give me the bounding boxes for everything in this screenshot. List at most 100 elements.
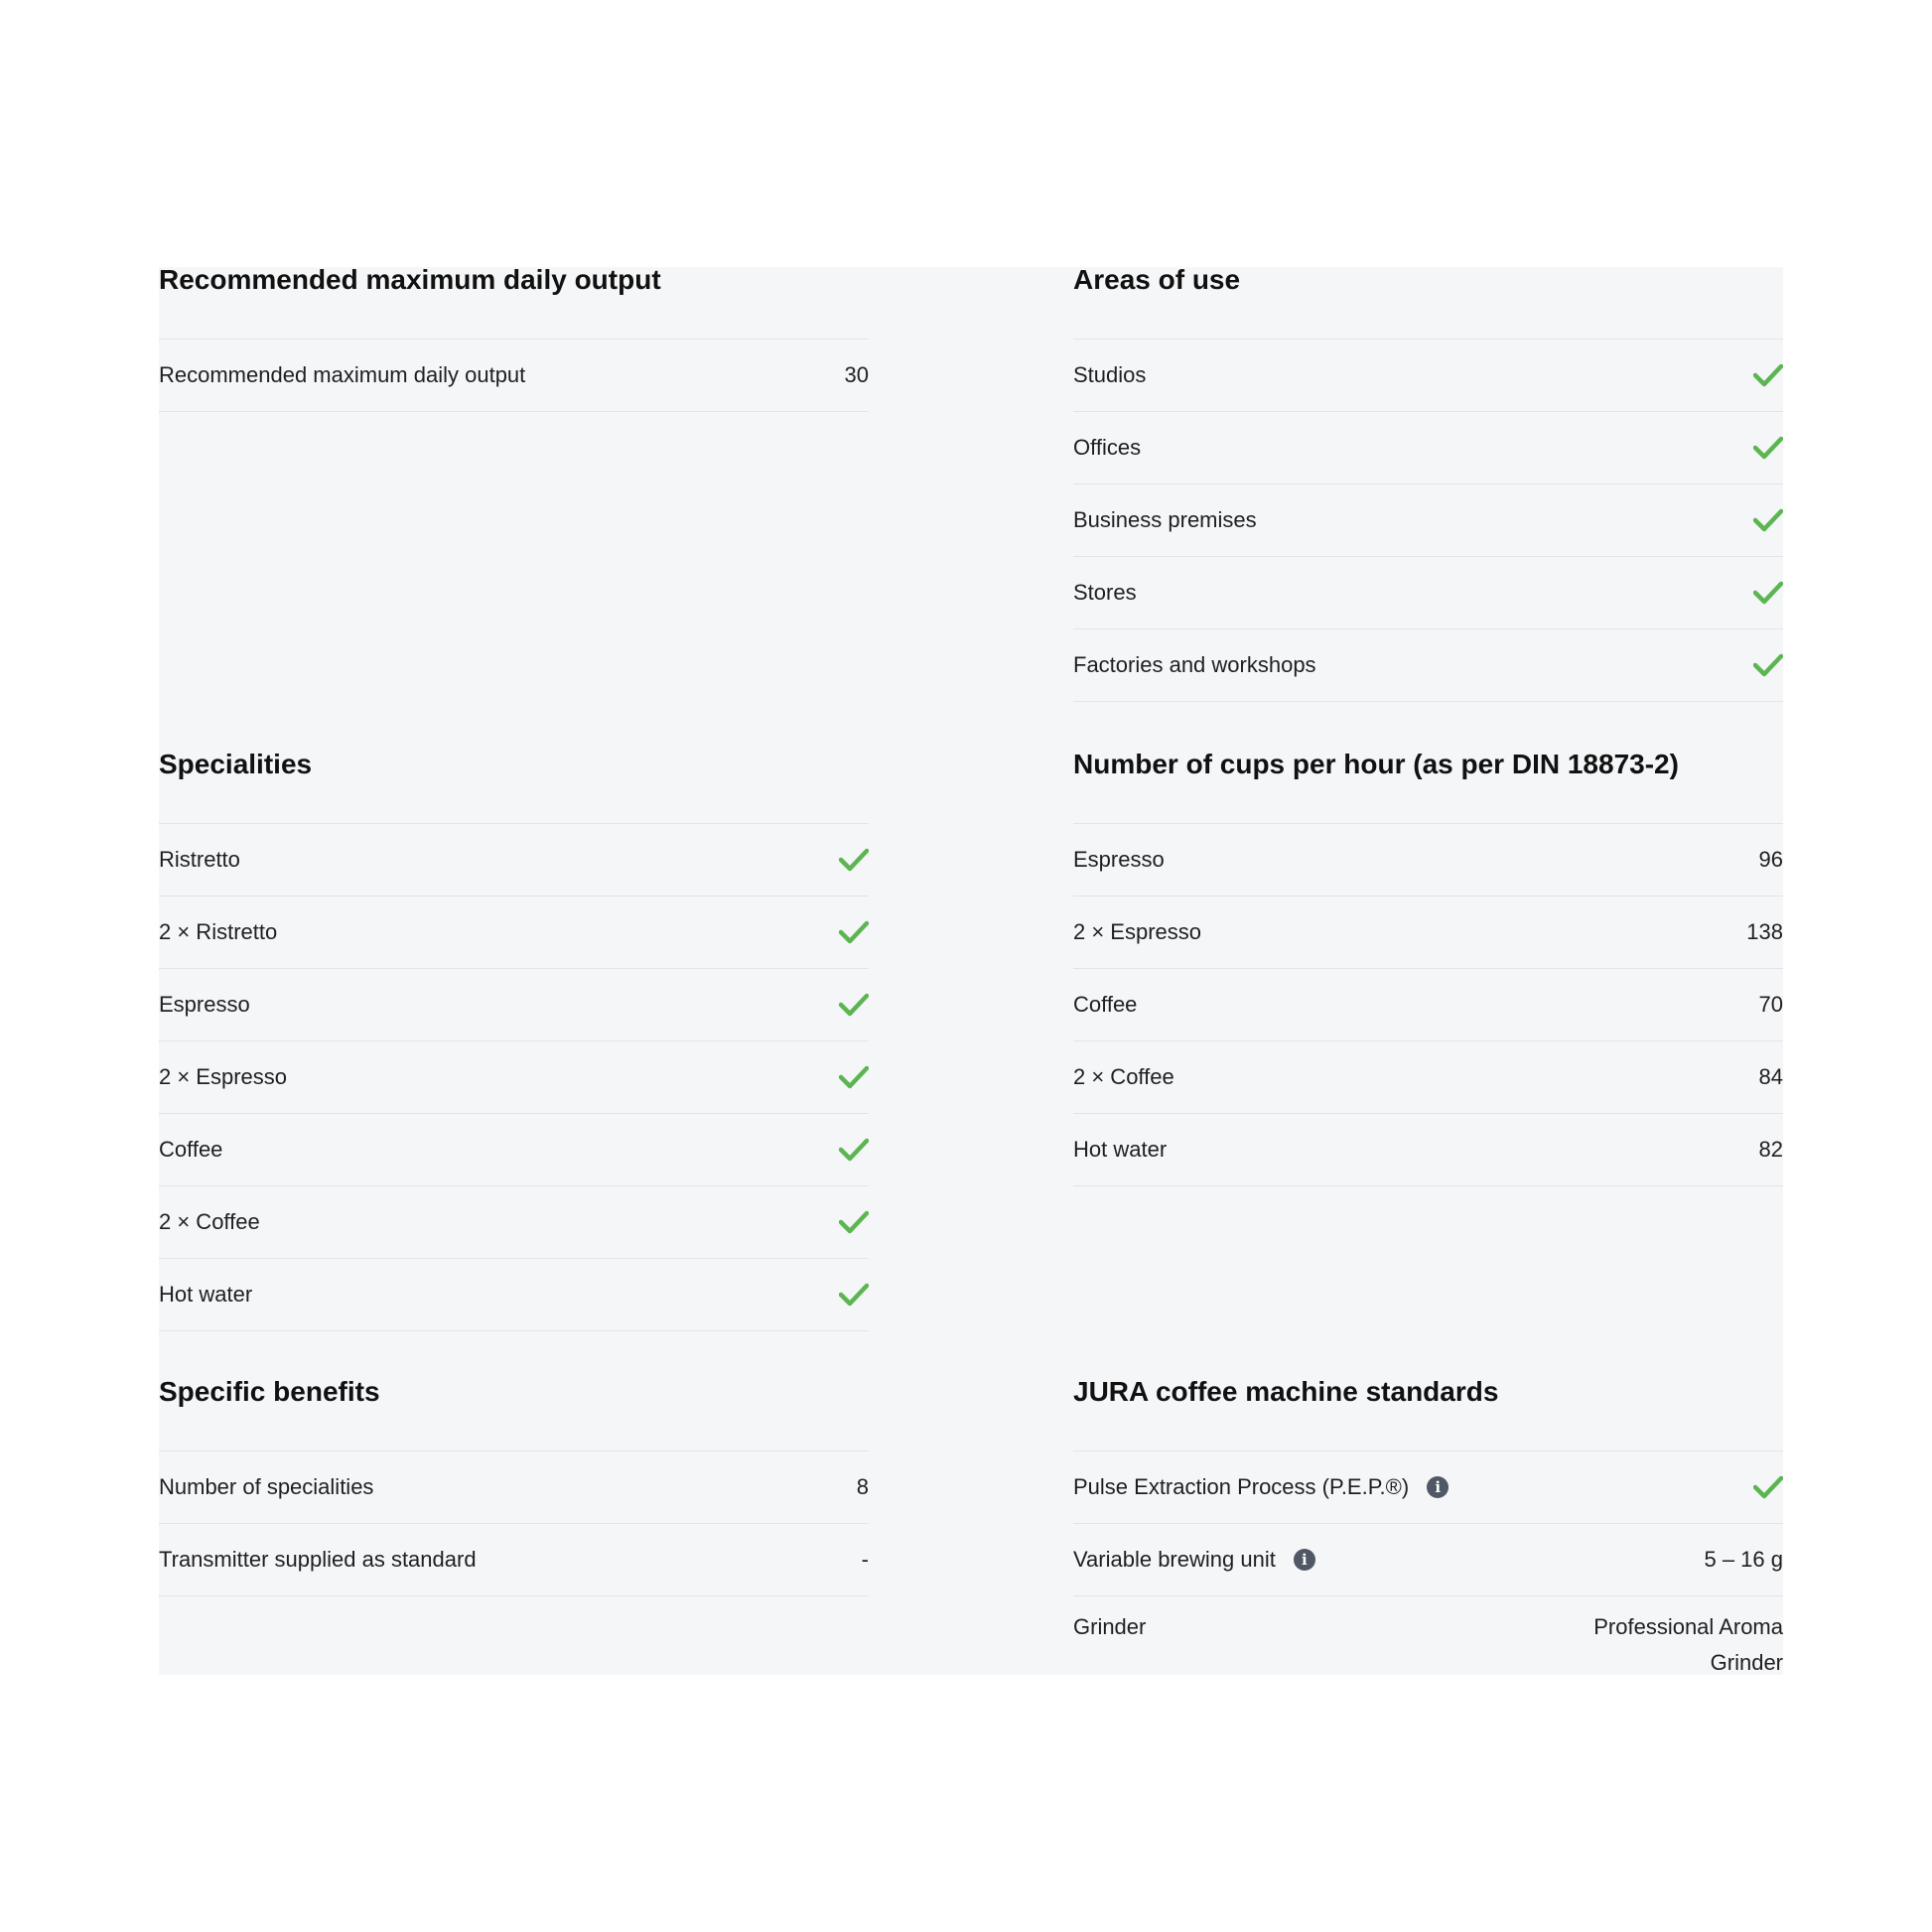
spec-row: Espresso xyxy=(159,969,869,1041)
section-title: Specific benefits xyxy=(159,1376,869,1451)
spec-value: 30 xyxy=(844,362,869,387)
info-icon[interactable]: i xyxy=(1427,1476,1449,1498)
spec-label: Pulse Extraction Process (P.E.P.®) xyxy=(1073,1474,1410,1499)
spec-row: Espresso 96 xyxy=(1073,824,1783,897)
spec-value: 84 xyxy=(1758,1064,1783,1089)
spec-row: 2 × Ristretto xyxy=(159,897,869,969)
spec-label-wrap: Ristretto xyxy=(159,847,240,873)
check-icon xyxy=(839,848,869,872)
spec-value: 82 xyxy=(1758,1137,1783,1162)
spec-label: Offices xyxy=(1073,435,1142,460)
spec-row: Hot water xyxy=(159,1259,869,1331)
spec-label: Business premises xyxy=(1073,507,1257,532)
spec-label-wrap: Espresso xyxy=(159,992,250,1018)
spec-label-wrap: Hot water xyxy=(159,1282,252,1308)
spec-label: 2 × Ristretto xyxy=(159,919,278,944)
spec-label: Variable brewing unit xyxy=(1073,1547,1276,1572)
check-icon xyxy=(839,1283,869,1307)
section-title: Areas of use xyxy=(1073,267,1783,340)
section-title: Specialities xyxy=(159,749,869,824)
spec-row: Factories and workshops xyxy=(1073,629,1783,702)
spec-label-wrap: Hot water xyxy=(1073,1137,1167,1163)
spec-value: Professional Aroma Grinder xyxy=(1593,1614,1783,1675)
spec-section: Specific benefits Number of specialities 8… xyxy=(159,1376,869,1596)
spec-label: Studios xyxy=(1073,362,1147,387)
spec-label: Coffee xyxy=(1073,992,1138,1017)
check-icon xyxy=(1753,508,1783,532)
check-icon xyxy=(1753,653,1783,677)
section-title: JURA coffee machine standards xyxy=(1073,1376,1783,1451)
spec-row: Coffee xyxy=(159,1114,869,1186)
spec-section: Areas of use Studios Offices Business premi… xyxy=(1073,267,1783,702)
spec-label-wrap: 2 × Coffee xyxy=(159,1209,260,1235)
spec-label-wrap: Factories and workshops xyxy=(1073,652,1316,678)
specifications-panel: Recommended maximum daily output Recommen… xyxy=(159,267,1783,1675)
spec-label-wrap: Business premises xyxy=(1073,507,1257,533)
spec-label-wrap: Stores xyxy=(1073,580,1137,606)
spec-label-wrap: Grinder xyxy=(1073,1614,1146,1640)
spec-label: Number of specialities xyxy=(159,1474,374,1499)
check-icon xyxy=(839,993,869,1017)
spec-label-wrap: Espresso xyxy=(1073,847,1165,873)
spec-label-wrap: 2 × Ristretto xyxy=(159,919,277,945)
spec-row: Grinder Professional Aroma Grinder xyxy=(1073,1596,1783,1675)
spec-value: 70 xyxy=(1758,992,1783,1017)
spec-row: 2 × Espresso 138 xyxy=(1073,897,1783,969)
spec-label-wrap: Recommended maximum daily output xyxy=(159,362,525,388)
spec-label: 2 × Coffee xyxy=(159,1209,260,1234)
spec-label: Grinder xyxy=(1073,1614,1147,1639)
spec-label-wrap: 2 × Espresso xyxy=(159,1064,287,1090)
spec-row: Stores xyxy=(1073,557,1783,629)
check-icon xyxy=(1753,1475,1783,1499)
check-icon xyxy=(839,1138,869,1162)
spec-label: Espresso xyxy=(1073,847,1165,872)
spec-row: Recommended maximum daily output 30 xyxy=(159,340,869,412)
spec-label: Espresso xyxy=(159,992,250,1017)
spec-row: Transmitter supplied as standard - xyxy=(159,1524,869,1596)
spec-label-wrap: Coffee xyxy=(159,1137,222,1163)
spec-row: Number of specialities 8 xyxy=(159,1451,869,1524)
spec-row: Studios xyxy=(1073,340,1783,412)
info-icon[interactable]: i xyxy=(1293,1549,1315,1571)
check-icon xyxy=(839,1065,869,1089)
spec-value: 138 xyxy=(1746,919,1783,944)
check-icon xyxy=(839,920,869,944)
spec-section: JURA coffee machine standards Pulse Extra… xyxy=(1073,1376,1783,1675)
spec-label: Stores xyxy=(1073,580,1137,605)
spec-label: Ristretto xyxy=(159,847,240,872)
spec-row: Variable brewing unit i 5 – 16 g xyxy=(1073,1524,1783,1596)
spec-label: Coffee xyxy=(159,1137,223,1162)
spec-value: 8 xyxy=(856,1474,869,1499)
spec-label: 2 × Espresso xyxy=(1073,919,1202,944)
spec-label-wrap: Transmitter supplied as standard xyxy=(159,1547,477,1573)
section-title: Recommended maximum daily output xyxy=(159,267,869,340)
spec-label: Hot water xyxy=(159,1282,253,1307)
spec-label: Factories and workshops xyxy=(1073,652,1316,677)
spec-label-wrap: Number of specialities xyxy=(159,1474,373,1500)
spec-section: Specialities Ristretto 2 × Ristretto Espres… xyxy=(159,749,869,1331)
spec-section: Recommended maximum daily output Recommen… xyxy=(159,267,869,412)
spec-label-wrap: Pulse Extraction Process (P.E.P.®) i xyxy=(1073,1474,1449,1500)
check-icon xyxy=(1753,363,1783,387)
spec-label-wrap: 2 × Coffee xyxy=(1073,1064,1174,1090)
spec-row: Ristretto xyxy=(159,824,869,897)
spec-value: - xyxy=(861,1547,869,1572)
check-icon xyxy=(1753,581,1783,605)
spec-row: Coffee 70 xyxy=(1073,969,1783,1041)
spec-label-wrap: 2 × Espresso xyxy=(1073,919,1201,945)
spec-row: 2 × Coffee 84 xyxy=(1073,1041,1783,1114)
check-icon xyxy=(1753,436,1783,460)
check-icon xyxy=(839,1210,869,1234)
spec-value: 96 xyxy=(1758,847,1783,872)
spec-row: 2 × Espresso xyxy=(159,1041,869,1114)
section-title: Number of cups per hour (as per DIN 1887… xyxy=(1073,749,1783,824)
spec-row: Hot water 82 xyxy=(1073,1114,1783,1186)
spec-row: 2 × Coffee xyxy=(159,1186,869,1259)
spec-label-wrap: Variable brewing unit i xyxy=(1073,1547,1315,1573)
spec-row: Pulse Extraction Process (P.E.P.®) i xyxy=(1073,1451,1783,1524)
spec-section: Number of cups per hour (as per DIN 1887… xyxy=(1073,749,1783,1186)
spec-label: Hot water xyxy=(1073,1137,1168,1162)
spec-label-wrap: Coffee xyxy=(1073,992,1137,1018)
spec-label-wrap: Studios xyxy=(1073,362,1146,388)
spec-label: Recommended maximum daily output xyxy=(159,362,526,387)
